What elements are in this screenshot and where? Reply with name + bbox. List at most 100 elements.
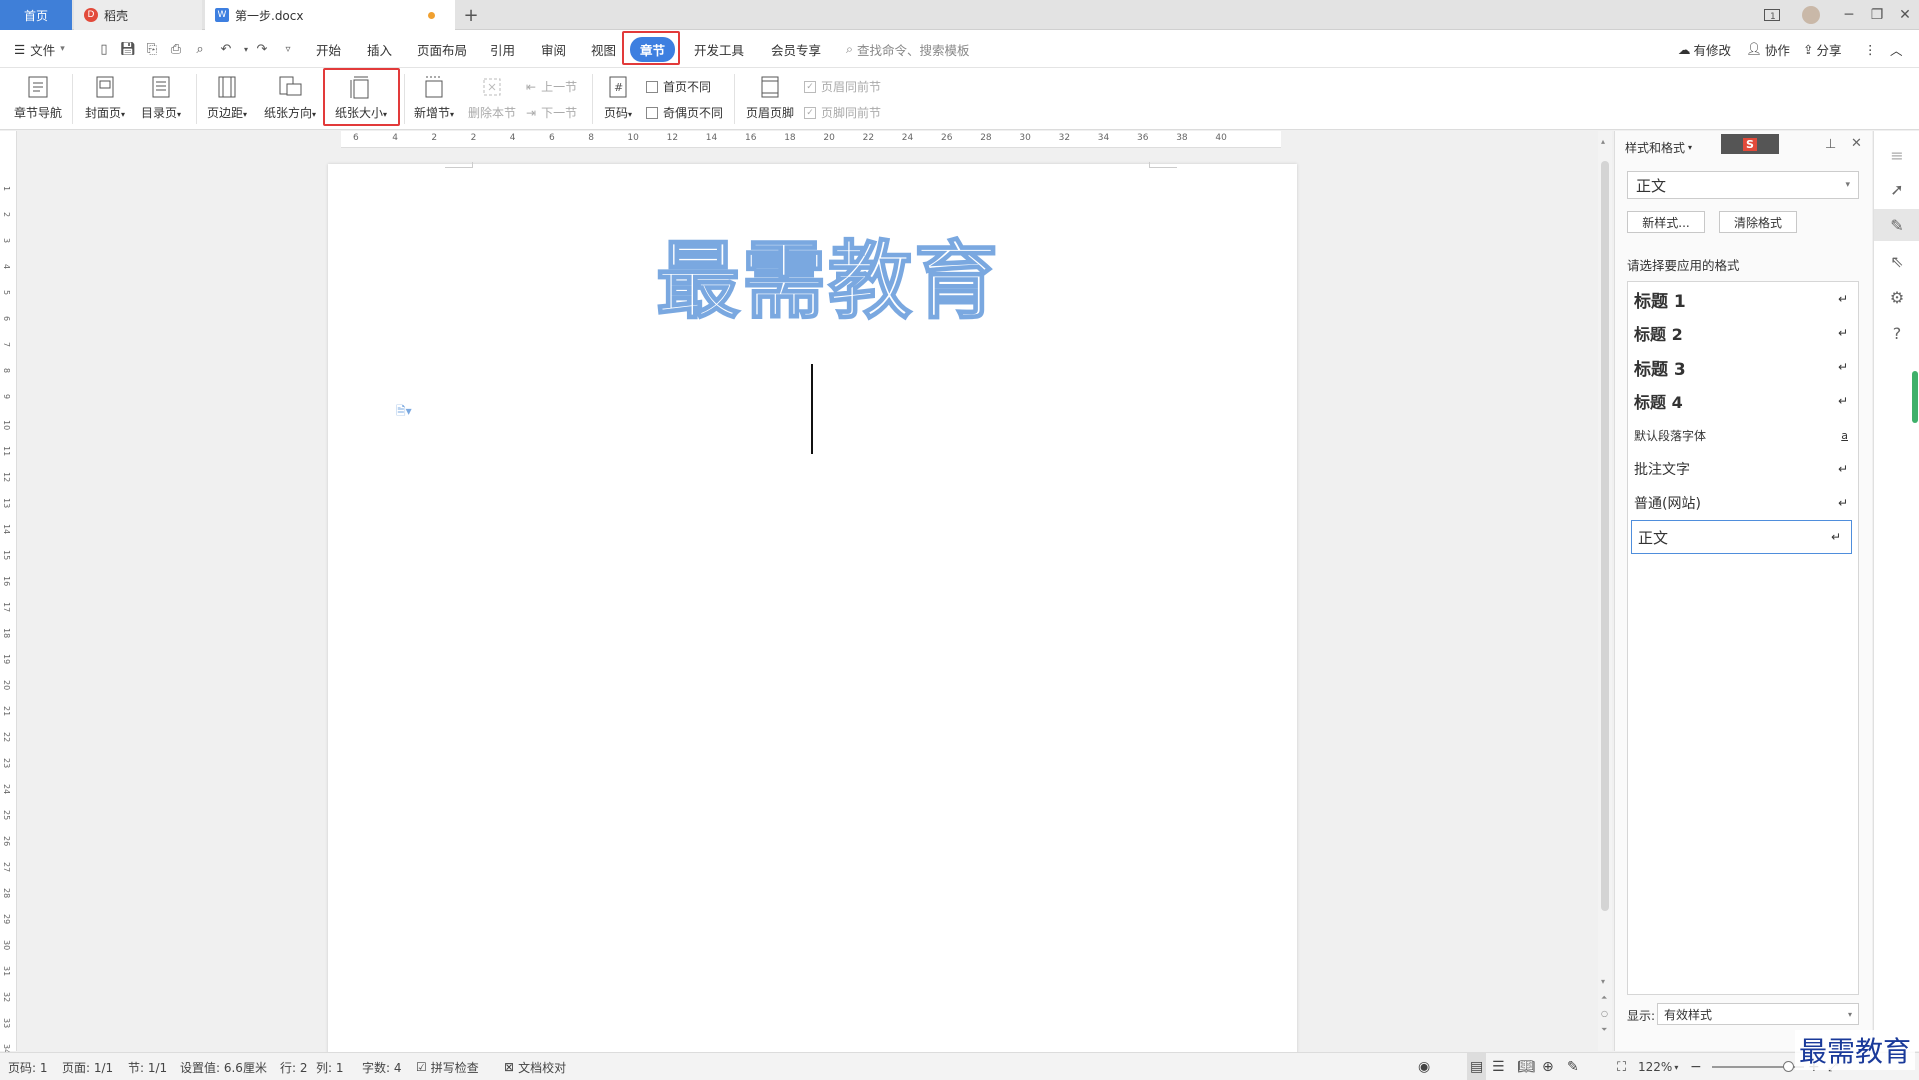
window-layout-icon[interactable]: 1	[1757, 0, 1787, 30]
select-cursor-icon[interactable]: ⇖	[1874, 245, 1919, 277]
select-browse-icon[interactable]: ○	[1601, 1009, 1608, 1018]
prev-page-icon[interactable]: ⏶	[1601, 993, 1607, 1003]
print-preview-icon[interactable]: ⌕	[190, 39, 210, 59]
scroll-down-icon[interactable]: ▾	[1601, 977, 1605, 986]
menu-reference[interactable]: 引用	[490, 30, 515, 68]
cover-page-button[interactable]: 封面页▾	[80, 68, 130, 130]
undo-icon[interactable]: ↶	[216, 39, 236, 59]
export-icon[interactable]: ⎘	[142, 39, 162, 59]
rocket-icon[interactable]: ➚	[1874, 173, 1919, 205]
tab-document[interactable]: W 第一步.docx	[205, 0, 455, 30]
command-search[interactable]: ⌕ 查找命令、搜索模板	[846, 30, 970, 68]
style-comment-text[interactable]: 批注文字 ↵	[1628, 452, 1858, 486]
header-same-checkbox[interactable]: ✓ 页眉同前节	[804, 78, 881, 95]
reading-view-icon[interactable]: 📖︎	[1517, 1053, 1535, 1080]
help-icon[interactable]: ?	[1874, 317, 1919, 349]
new-tab-button[interactable]: +	[458, 0, 484, 30]
minimize-button[interactable]: ─	[1834, 0, 1864, 30]
restore-button[interactable]: ❐	[1862, 0, 1892, 30]
print-icon[interactable]: ⎙	[166, 39, 186, 59]
status-pages[interactable]: 页面: 1/1	[62, 1053, 113, 1080]
paragraph-options-icon[interactable]: 🗎︎▾	[396, 402, 412, 423]
menu-member[interactable]: 会员专享	[771, 30, 821, 68]
new-section-button[interactable]: 新增节▾	[408, 68, 460, 130]
menu-page-layout[interactable]: 页面布局	[417, 30, 467, 68]
vertical-scrollbar[interactable]: ▴ ▾ ⏶ ○ ⏷	[1598, 131, 1612, 1051]
delete-section-button[interactable]: 删除本节	[466, 68, 518, 130]
style-heading-4[interactable]: 标题 4 ↵	[1628, 384, 1858, 418]
paper-size-button[interactable]: 纸张大小▾	[326, 68, 396, 130]
clear-format-button[interactable]: 清除格式	[1719, 211, 1797, 233]
menu-chapter[interactable]: 章节	[630, 30, 676, 68]
share-button[interactable]: ⇪ 分享	[1803, 30, 1842, 68]
customize-qat-icon[interactable]: ▿	[278, 39, 298, 59]
style-normal-web[interactable]: 普通(网站) ↵	[1628, 486, 1858, 520]
vertical-ruler[interactable]: 1 2 3 4 5 6 7 8 9 10 11 12 13 14 15 16 17 18 19 20 21 22 23 24 2…	[0, 131, 17, 1054]
zoom-select[interactable]: 122% ▾	[1638, 1053, 1678, 1080]
orientation-button[interactable]: 纸张方向▾	[260, 68, 320, 130]
spell-check-button[interactable]: ☑ 拼写检查	[416, 1053, 479, 1080]
more-icon[interactable]: ⋮	[1864, 30, 1877, 68]
status-row[interactable]: 行: 2	[280, 1053, 308, 1080]
next-section-button[interactable]: ⇥ 下一节	[526, 104, 577, 121]
header-footer-button[interactable]: 页眉页脚	[742, 68, 798, 130]
status-chars[interactable]: 字数: 4	[362, 1053, 402, 1080]
footer-same-checkbox[interactable]: ✓ 页脚同前节	[804, 104, 881, 121]
zoom-out-button[interactable]: −	[1690, 1053, 1702, 1080]
tab-home[interactable]: 首页	[0, 0, 72, 30]
ime-toolbar[interactable]: S	[1721, 134, 1779, 154]
document-page[interactable]: 最需教育 🗎︎▾	[328, 162, 1297, 1064]
page-number-button[interactable]: # 页码▾	[596, 68, 640, 130]
menu-lines-icon[interactable]: ≡	[1874, 139, 1919, 171]
zoom-slider-handle[interactable]	[1783, 1061, 1794, 1072]
new-style-button[interactable]: 新样式...	[1627, 211, 1705, 233]
redo-icon[interactable]: ↷	[252, 39, 272, 59]
status-section[interactable]: 节: 1/1	[128, 1053, 167, 1080]
style-heading-3[interactable]: 标题 3 ↵	[1628, 350, 1858, 384]
style-body-text[interactable]: 正文 ↵	[1631, 520, 1852, 554]
pin-icon[interactable]: ⊥	[1825, 137, 1836, 152]
style-default-font[interactable]: 默认段落字体 a	[1628, 418, 1858, 452]
save-icon[interactable]: 💾︎	[118, 39, 138, 59]
web-view-icon[interactable]: ⊕	[1542, 1053, 1554, 1080]
sliders-icon[interactable]: ⚙	[1874, 281, 1919, 313]
fit-page-icon[interactable]: ⛶	[1617, 1053, 1626, 1080]
toc-page-button[interactable]: 目录页▾	[136, 68, 186, 130]
tab-daoke[interactable]: D 稻壳	[74, 0, 202, 30]
show-filter-select[interactable]: 有效样式 ▾	[1657, 1003, 1859, 1025]
menu-view[interactable]: 视图	[591, 30, 616, 68]
scrollbar-thumb[interactable]	[1601, 161, 1609, 911]
style-pen-icon[interactable]: ✎	[1874, 209, 1919, 241]
page-view-icon[interactable]: ▤	[1467, 1053, 1487, 1080]
doc-proof-button[interactable]: ⊠ 文档校对	[504, 1053, 566, 1080]
status-setting[interactable]: 设置值: 6.6厘米	[180, 1053, 267, 1080]
collapse-ribbon-icon[interactable]: ︿	[1890, 30, 1903, 68]
has-modify-button[interactable]: ☁ 有修改	[1678, 30, 1731, 68]
margin-button[interactable]: 页边距▾	[202, 68, 252, 130]
eye-protection-icon[interactable]: ◉	[1418, 1053, 1430, 1080]
close-window-button[interactable]: ✕	[1890, 0, 1919, 30]
outline-view-icon[interactable]: ☰	[1492, 1053, 1505, 1080]
style-heading-1[interactable]: 标题 1 ↵	[1628, 282, 1858, 316]
prev-section-button[interactable]: ⇤ 上一节	[526, 78, 577, 95]
styles-panel-title[interactable]: 样式和格式 ▾	[1625, 139, 1692, 156]
close-panel-icon[interactable]: ✕	[1851, 136, 1862, 151]
horizontal-ruler[interactable]: 6 4 2 2 4 6 8 10 12 14 16 18 20 22 24 26 28 30 32 34 36 38 40	[341, 131, 1281, 148]
next-page-icon[interactable]: ⏷	[1601, 1025, 1607, 1035]
menu-start[interactable]: 开始	[316, 30, 341, 68]
status-col[interactable]: 列: 1	[316, 1053, 344, 1080]
collab-button[interactable]: 👤︎ 协作	[1746, 30, 1790, 68]
first-page-diff-checkbox[interactable]: 首页不同	[646, 78, 711, 95]
side-scroll-indicator[interactable]	[1912, 371, 1918, 423]
menu-insert[interactable]: 插入	[367, 30, 392, 68]
file-menu[interactable]: ☰ 文件 ▾	[14, 30, 65, 68]
menu-review[interactable]: 审阅	[541, 30, 566, 68]
avatar[interactable]	[1796, 0, 1826, 30]
scroll-up-icon[interactable]: ▴	[1601, 137, 1609, 146]
chapter-nav-button[interactable]: 章节导航	[10, 68, 66, 130]
odd-even-diff-checkbox[interactable]: 奇偶页不同	[646, 104, 723, 121]
current-style-select[interactable]: 正文 ▾	[1627, 171, 1859, 199]
menu-dev-tools[interactable]: 开发工具	[694, 30, 744, 68]
write-view-icon[interactable]: ✎	[1567, 1053, 1579, 1080]
new-doc-icon[interactable]: ▯	[94, 39, 114, 59]
